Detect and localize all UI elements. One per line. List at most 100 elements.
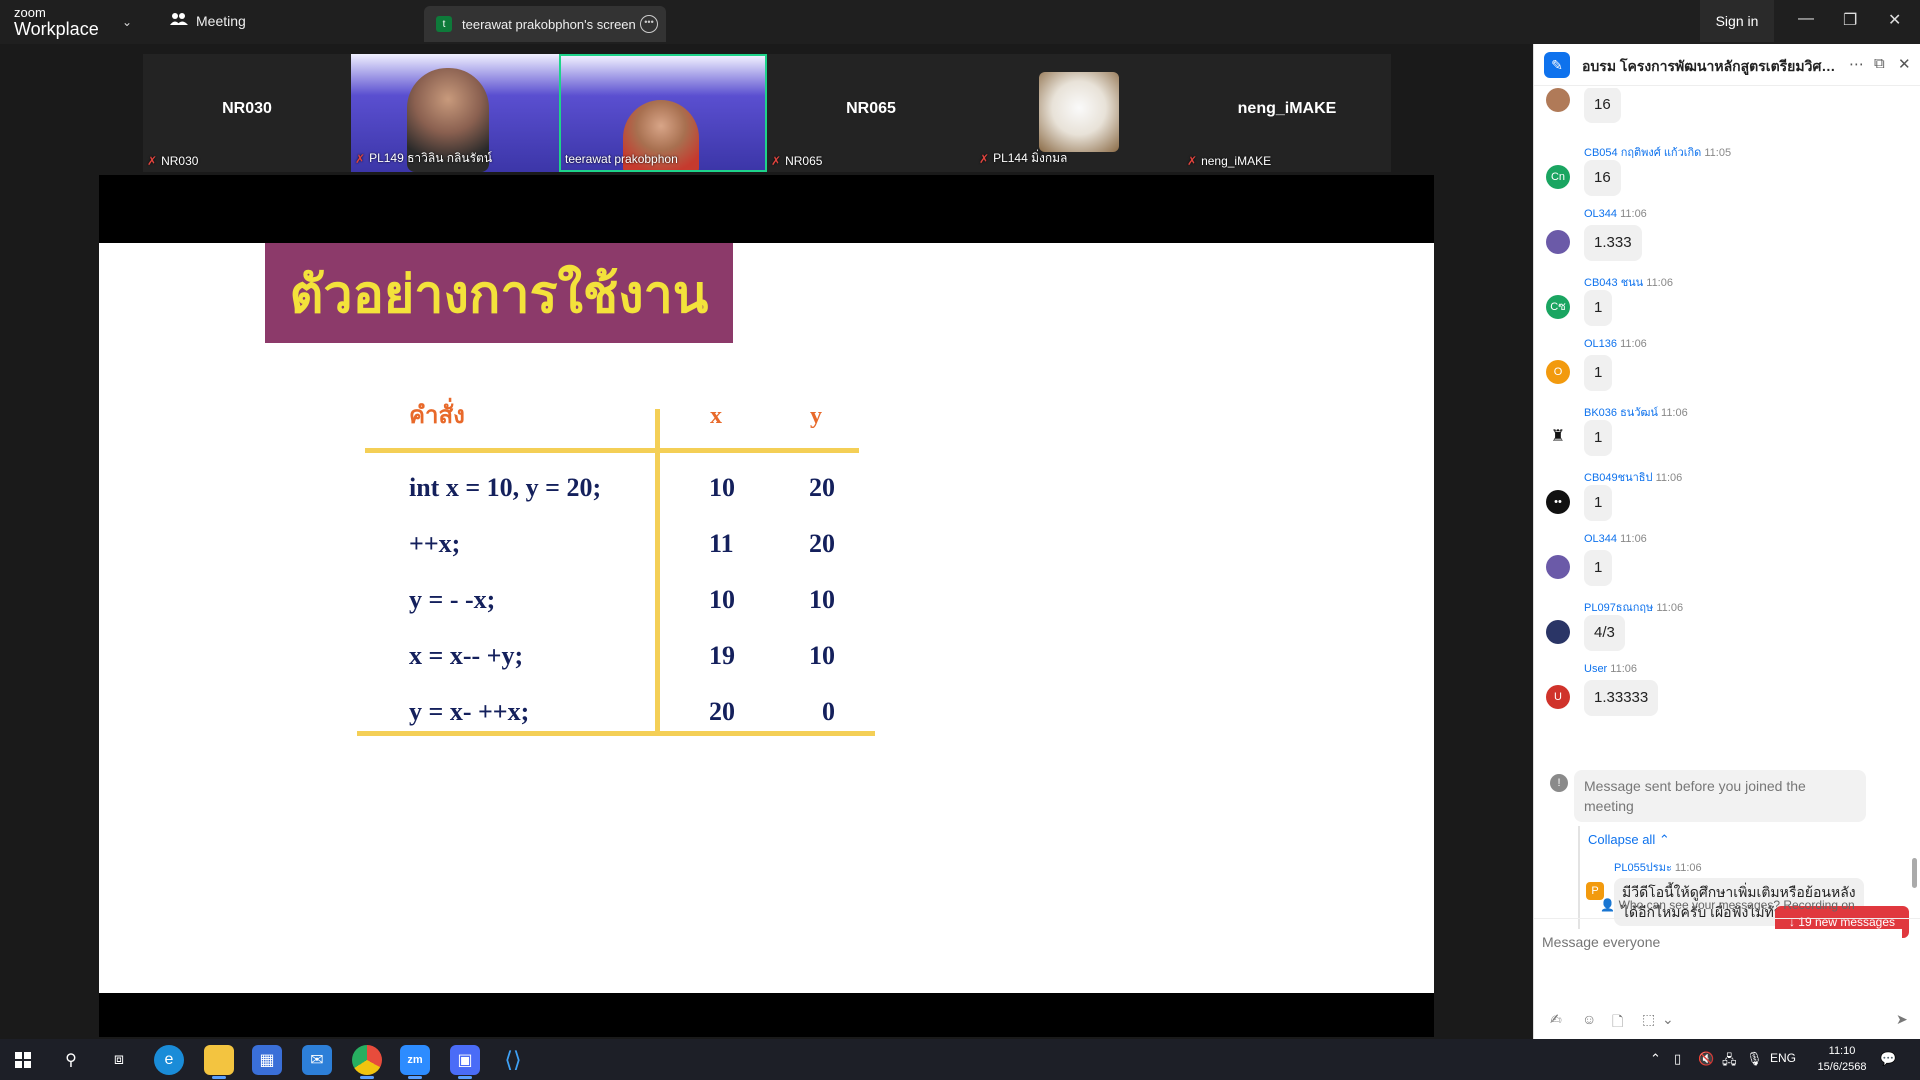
chat-header: ✎ อบรม โครงการพัฒนาหลักสูตรเตรียมวิศวก..… <box>1534 44 1920 86</box>
message-time: 11:06 <box>1620 338 1647 350</box>
volume-muted-icon[interactable]: 🔇 <box>1698 1051 1714 1067</box>
send-icon[interactable]: ➤ <box>1896 1011 1908 1028</box>
battery-icon[interactable]: ▯ <box>1674 1051 1681 1067</box>
sign-in-button[interactable]: Sign in <box>1700 0 1774 42</box>
sender-name: OL344 <box>1584 533 1618 545</box>
more-options-icon[interactable]: ••• <box>640 15 658 33</box>
sender-name: CB049ชนาธิป <box>1584 472 1653 484</box>
chevron-down-icon[interactable]: ⌄ <box>122 15 132 29</box>
participant-label: ✗ PL149 ธาวิลิน กลินรัตน์ <box>355 149 492 168</box>
participant-label: ✗ PL144 มิ่งกมล <box>979 149 1067 168</box>
screen-share-tab[interactable]: t teerawat prakobphon's screen ••• <box>424 6 666 42</box>
chat-message-list[interactable]: 16 Cn CB054 กฤติพงศ์ แก้วเกิด 11:05 16 O… <box>1534 88 1920 940</box>
collapse-all-link[interactable]: Collapse all ⌃ <box>1588 832 1670 848</box>
participant-tile[interactable]: NR030 ✗ NR030 <box>143 54 351 172</box>
screenshot-icon[interactable]: ⬚ <box>1642 1011 1655 1028</box>
vscode-icon[interactable]: ⟨⟩ <box>498 1045 528 1075</box>
windows-taskbar: ⚲ ⧈ e ▦ ✉ zm ▣ ⟨⟩ ⌃ ▯ 🔇 🖧 🎙 ENG 11:10 15… <box>0 1039 1920 1080</box>
chat-panel: ✎ อบรม โครงการพัฒนาหลักสูตรเตรียมวิศวก..… <box>1533 44 1920 1039</box>
system-note: Message sent before you joined the meeti… <box>1574 770 1866 822</box>
participant-big-name: NR065 <box>846 100 896 117</box>
message-meta: CB049ชนาธิป 11:06 <box>1584 468 1682 486</box>
participant-name: NR065 <box>785 154 823 168</box>
participant-label: ✗ NR065 <box>771 154 822 168</box>
chevron-up-icon[interactable]: ⌃ <box>1650 1051 1661 1067</box>
format-icon[interactable]: ✍ <box>1550 1011 1562 1028</box>
message-text: 1 <box>1584 290 1613 326</box>
table-header-rule <box>365 448 859 453</box>
y-cell: 10 <box>809 641 835 670</box>
tab-avatar: t <box>436 16 452 32</box>
info-icon: ! <box>1550 774 1568 792</box>
message-text: 4/3 <box>1584 615 1625 651</box>
meeting-button[interactable]: Meeting <box>170 12 246 29</box>
user-avatar: Cซ <box>1546 295 1570 319</box>
chat-scrollbar[interactable] <box>1912 858 1917 888</box>
message-time: 11:06 <box>1610 663 1638 675</box>
restore-icon[interactable]: ❐ <box>1843 10 1857 30</box>
pop-out-icon[interactable]: ⧉ <box>1874 55 1885 72</box>
user-avatar <box>1546 230 1570 254</box>
message-text: 1.33333 <box>1584 680 1659 716</box>
sender-name: CB054 กฤติพงศ์ แก้วเกิด <box>1584 147 1702 159</box>
mail-icon[interactable]: ✉ <box>302 1045 332 1075</box>
user-avatar <box>1546 555 1570 579</box>
participant-tile[interactable]: NR065 ✗ NR065 <box>767 54 975 172</box>
logo-line-1: zoom <box>14 5 46 20</box>
who-can-see-link[interactable]: 👤 Who can see your messages? Recording o… <box>1534 898 1920 912</box>
chrome-icon[interactable] <box>352 1045 382 1079</box>
title-bar: zoom Workplace ⌄ Meeting t teerawat prak… <box>0 0 1920 44</box>
message-meta: BK036 ธนวัฒน์ 11:06 <box>1584 403 1688 421</box>
message-meta: OL344 11:06 <box>1584 208 1647 220</box>
close-chat-icon[interactable]: ✕ <box>1898 55 1911 73</box>
video-strip: NR030 ✗ NR030 ✗ PL149 ธาวิลิน กลินรัตน์ te… <box>143 54 1391 172</box>
header-x: x <box>710 403 722 429</box>
edge-icon[interactable]: e <box>154 1045 184 1075</box>
system-clock[interactable]: 11:10 15/6/2568 <box>1810 1043 1874 1075</box>
emoji-icon[interactable]: ☺ <box>1582 1011 1596 1027</box>
participant-name: NR030 <box>161 154 199 168</box>
message-input[interactable] <box>1542 929 1902 955</box>
sender-name: BK036 ธนวัฒน์ <box>1584 407 1658 419</box>
search-icon[interactable]: ⚲ <box>56 1045 86 1075</box>
sender-name: PL055ปรมะ <box>1614 862 1672 874</box>
close-window-icon[interactable]: ✕ <box>1888 10 1901 30</box>
minimize-icon[interactable]: — <box>1798 10 1814 28</box>
clock-time: 11:10 <box>1828 1045 1856 1057</box>
user-avatar: •• <box>1546 490 1570 514</box>
message-time: 11:06 <box>1674 862 1702 874</box>
mic-muted-icon: ✗ <box>1187 154 1198 168</box>
notifications-icon[interactable]: 💬 <box>1880 1051 1896 1067</box>
participant-tile[interactable]: ✗ PL144 มิ่งกมล <box>975 54 1183 172</box>
sender-name: PL097ธณกฤษ <box>1584 602 1654 614</box>
message-time: 11:06 <box>1655 472 1683 484</box>
microphone-icon[interactable]: 🎙 <box>1746 1051 1763 1067</box>
message-text: 16 <box>1584 88 1621 123</box>
person-lock-icon: 👤 <box>1600 898 1616 912</box>
message-meta: OL136 11:06 <box>1584 338 1647 350</box>
chat-edit-icon[interactable]: ✎ <box>1544 52 1570 78</box>
header-y: y <box>810 403 822 429</box>
collapse-all-label: Collapse all <box>1588 832 1656 847</box>
user-avatar: O <box>1546 360 1570 384</box>
more-icon[interactable]: ⋯ <box>1849 55 1864 73</box>
active-speaker-tile[interactable]: teerawat prakobphon <box>559 54 767 172</box>
file-explorer-icon[interactable] <box>204 1045 234 1079</box>
task-view-icon[interactable]: ⧈ <box>104 1045 134 1075</box>
message-text: 16 <box>1584 160 1621 196</box>
table-bottom-rule <box>357 731 875 736</box>
file-icon[interactable]: 🗋 <box>1612 1011 1623 1035</box>
zoom-taskbar-icon[interactable]: zm <box>400 1045 430 1079</box>
x-cell: 10 <box>709 473 735 502</box>
store-icon[interactable]: ▦ <box>252 1045 282 1075</box>
slide-title: ตัวอย่างการใช้งาน <box>265 243 733 343</box>
sender-name: CB043 ชนน <box>1584 277 1644 289</box>
chevron-down-icon[interactable]: ⌄ <box>1662 1011 1674 1028</box>
presentation-slide: ตัวอย่างการใช้งาน คำสั่ง x y int x = 10,… <box>99 243 1434 993</box>
zoom-meeting-icon[interactable]: ▣ <box>450 1045 480 1079</box>
windows-start-icon[interactable] <box>8 1045 38 1075</box>
participant-video-tile[interactable]: ✗ PL149 ธาวิลิน กลินรัตน์ <box>351 54 559 172</box>
language-indicator[interactable]: ENG <box>1770 1051 1796 1065</box>
participant-tile[interactable]: neng_iMAKE ✗ neng_iMAKE <box>1183 54 1391 172</box>
network-icon[interactable]: 🖧 <box>1722 1051 1737 1073</box>
